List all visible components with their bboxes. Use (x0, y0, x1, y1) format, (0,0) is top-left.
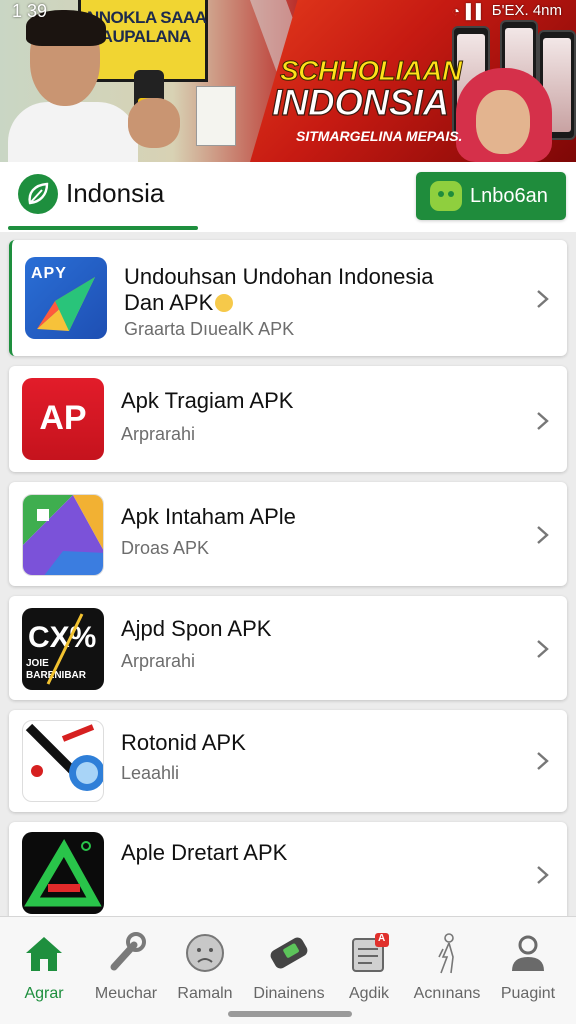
nav-label: Dinainens (253, 985, 325, 1002)
chevron-right-icon (537, 526, 549, 544)
signal-icon: ▌▌ (465, 3, 486, 19)
list-item[interactable]: Rotonid APK Leaahli (9, 710, 567, 812)
nav-label: Agrar (24, 985, 64, 1002)
app-subtitle: Leaahli (121, 763, 180, 783)
banner-man-image (8, 10, 180, 162)
app-subtitle: Graarta Dıueal‌K APK (124, 319, 295, 339)
list-item[interactable]: APY Undouhsan Undohan Indonesia Dan APK … (9, 240, 567, 356)
nav-label: Agdik (348, 985, 390, 1002)
chevron-right-icon (537, 412, 549, 430)
nav-label: Meuchar (94, 985, 158, 1002)
banner-headline-main: INDONSIA (271, 82, 450, 123)
home-indicator[interactable] (228, 1011, 352, 1017)
list-item[interactable]: CX% JOIE BARENIBAR Ajpd Spon APK Arprara… (9, 596, 567, 700)
wifi-icon: ◔ (451, 3, 460, 19)
paper-plane-icon: APY (25, 257, 107, 339)
nav-item-home[interactable]: Agrar (3, 917, 85, 1017)
app-subtitle: Arprarahi (121, 651, 196, 671)
home-icon (26, 937, 62, 971)
nav-item-clipboard[interactable]: A Agdik (328, 917, 410, 1017)
nav-item-face[interactable]: Ramaln (164, 917, 246, 1017)
banner-poster (196, 86, 236, 146)
nav-label: Puagint (500, 985, 556, 1002)
emoji-icon (215, 294, 234, 312)
app-name: Rotonid APK (121, 730, 246, 755)
app-name: Aple Dretart APK (121, 840, 288, 865)
device-icon (270, 937, 308, 969)
nav-item-profile[interactable]: Puagint (487, 917, 569, 1017)
nav-item-tools[interactable]: Meuchar (85, 917, 167, 1017)
android-icon (430, 181, 462, 211)
list-item[interactable]: AP Apk Tragiam APK Arprarahi (9, 366, 567, 472)
download-button[interactable]: Lnbo6an (416, 172, 566, 220)
triangle-a-icon (22, 832, 104, 914)
active-tab-indicator (8, 226, 198, 230)
download-button-label: Lnbo6an (470, 185, 548, 207)
face-icon (186, 934, 224, 972)
wrench-icon (110, 932, 146, 971)
chevron-right-icon (537, 752, 549, 770)
leaf-logo-icon (18, 174, 58, 214)
status-right-text: Б'ЕХ. 4nm (491, 2, 562, 19)
page-title: Indonsia (66, 178, 165, 208)
nav-item-device[interactable]: Dinainens (248, 917, 330, 1017)
gallery-icon (22, 494, 104, 576)
cx-icon: CX% JOIE BARENIBAR (22, 608, 104, 690)
promo-banner[interactable]: NNOKLA SAAA MAUPALANA SCHHOLIAAN INDONSI… (0, 0, 576, 162)
chevron-right-icon (537, 866, 549, 884)
chevron-right-icon (537, 640, 549, 658)
list-item[interactable]: Apk Intaham APle Droas APK (9, 482, 567, 586)
figure-icon (438, 933, 454, 974)
status-time: 1 39 (12, 1, 48, 21)
app-subtitle: Arprarahi (121, 424, 196, 444)
nav-item-figure[interactable]: Acnınans (406, 917, 488, 1017)
bottom-navigation: Agrar Meuchar Ramaln Dinainens A Agdik A… (0, 916, 576, 1024)
ap-icon: AP (22, 378, 104, 460)
app-header: Indonsia Lnbo6an (0, 162, 576, 232)
shield-icon (22, 720, 104, 802)
app-name: Ajpd Spon APK (121, 616, 272, 641)
app-subtitle: Droas APK (121, 538, 210, 558)
app-name: Apk Tragiam APK (121, 388, 294, 413)
app-name: Undouhsan Undohan Indonesia (124, 264, 434, 289)
app-name-line2: Dan APK (124, 290, 234, 316)
banner-woman-image (456, 68, 552, 162)
banner-headline-sub: SITMARGELINA MEPAIS. (296, 128, 463, 144)
notification-badge: A (378, 933, 386, 944)
person-icon (512, 935, 544, 971)
chevron-right-icon (537, 290, 549, 308)
app-name: Apk Intaham APle (121, 504, 296, 529)
nav-label: Ramaln (177, 985, 233, 1002)
nav-label: Acnınans (413, 985, 481, 1002)
status-icons: ◔ ▌▌ Б'ЕХ. 4nm (451, 0, 562, 22)
